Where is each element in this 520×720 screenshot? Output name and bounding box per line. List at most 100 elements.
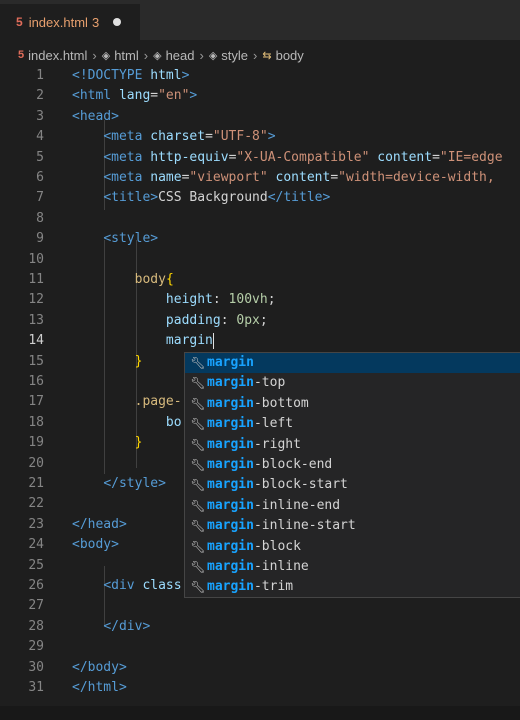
code-line[interactable]: 10: [0, 250, 520, 270]
line-number: 29: [28, 639, 44, 655]
suggestion-label: margin-inline: [207, 557, 309, 577]
suggestion-match: margin: [207, 456, 254, 472]
code-line[interactable]: 27: [0, 596, 520, 616]
code-token: 0px: [236, 312, 260, 328]
suggestion-item[interactable]: 🔧︎ margin-block-start: [185, 475, 520, 495]
code-token: </style>: [103, 476, 166, 491]
line-number: 25: [28, 557, 44, 573]
code-text: <style>: [72, 229, 158, 249]
code-token: </html>: [72, 680, 127, 695]
cube-icon: ◈: [101, 49, 111, 62]
suggestion-item[interactable]: 🔧︎ margin-inline: [185, 557, 520, 577]
code-line[interactable]: 3 <head>: [0, 107, 520, 127]
code-text: <head>: [72, 107, 119, 127]
code-text: <html lang="en">: [72, 86, 197, 106]
suggestion-item[interactable]: 🔧︎ margin-inline-end: [185, 496, 520, 516]
code-line[interactable]: 14 margin: [0, 331, 520, 351]
code-token: =: [150, 88, 159, 104]
code-token: =: [432, 149, 440, 165]
breadcrumb-label: body: [275, 47, 304, 63]
code-line[interactable]: 12 height: 100vh;: [0, 290, 520, 310]
code-token: <head>: [72, 108, 119, 124]
code-token: .page-: [134, 394, 182, 410]
suggestion-label: margin-trim: [207, 577, 293, 597]
suggestion-item[interactable]: 🔧︎ margin-block: [185, 537, 520, 557]
code-line[interactable]: 8: [0, 209, 520, 229]
code-token: "en": [158, 88, 190, 104]
wrench-icon: 🔧︎: [190, 580, 206, 595]
code-line[interactable]: 1 <!DOCTYPE html>: [0, 66, 520, 86]
breadcrumb-item-body[interactable]: ⇆ body: [262, 48, 303, 63]
code-line[interactable]: 2 <html lang="en">: [0, 86, 520, 106]
chevron-right-icon: ›: [143, 47, 149, 63]
code-line[interactable]: 5 <meta http-equiv = "X-UA-Compatible" con…: [0, 148, 520, 168]
tab-index-html[interactable]: 5 index.html 3: [0, 4, 140, 40]
suggestion-item[interactable]: 🔧︎ margin-top: [185, 373, 520, 393]
wrench-icon: 🔧︎: [190, 356, 206, 370]
line-number: 3: [36, 108, 44, 124]
code-text: <meta name="viewport" content="width=dev…: [72, 168, 494, 188]
suggestion-item[interactable]: 🔧︎ margin-right: [185, 435, 520, 455]
suggestion-item[interactable]: 🔧︎ margin: [185, 353, 520, 374]
code-token: name: [150, 170, 182, 185]
code-line[interactable]: 7 <title>CSS Background</title>: [0, 188, 520, 208]
breadcrumb-label: html: [114, 47, 139, 63]
wrench-icon: 🔧︎: [190, 539, 206, 554]
tab-bar: 5 index.html 3: [0, 0, 520, 40]
autocomplete-popup[interactable]: 🔧︎ margin 🔧︎ margin-top 🔧︎ margin-bottom 🔧︎ mar…: [184, 352, 520, 598]
cube-icon: ◈: [153, 49, 162, 62]
code-token: <meta: [103, 129, 151, 145]
unsaved-dot-icon[interactable]: [113, 18, 122, 26]
code-token: <div: [103, 578, 143, 593]
code-line[interactable]: 4 <meta charset="UTF-8">: [0, 127, 520, 147]
chevron-right-icon: ›: [199, 47, 204, 63]
code-line[interactable]: 11 body{: [0, 270, 520, 290]
breadcrumb-item-style[interactable]: ◈ style: [209, 48, 248, 63]
suggestion-match: margin: [207, 395, 254, 411]
suggestion-match: margin: [207, 579, 254, 595]
code-token: charset: [150, 129, 206, 145]
code-text: </style>: [72, 474, 166, 494]
suggestion-item[interactable]: 🔧︎ margin-left: [185, 414, 520, 434]
suggestion-rest: -inline: [253, 558, 309, 574]
cube-icon: ◈: [208, 49, 218, 62]
line-number: 16: [28, 374, 44, 389]
breadcrumb-item-head[interactable]: ◈ head: [153, 48, 194, 63]
code-line[interactable]: 13 padding: 0px;: [0, 311, 520, 331]
line-number: 17: [28, 394, 44, 410]
code-token: ;: [267, 292, 276, 308]
chevron-right-icon: ›: [92, 47, 97, 63]
suggestion-item[interactable]: 🔧︎ margin-bottom: [185, 394, 520, 414]
status-bar: [0, 706, 520, 720]
suggestion-item[interactable]: 🔧︎ margin-inline-start: [185, 516, 520, 536]
code-token: <html: [72, 88, 119, 104]
code-token: lang: [118, 88, 151, 104]
code-line[interactable]: 29: [0, 637, 520, 657]
tab-problem-count: 3: [91, 14, 100, 30]
line-number: 12: [28, 292, 44, 308]
wrench-icon: 🔧︎: [190, 437, 206, 452]
suggestion-rest: -right: [253, 436, 301, 452]
code-text: <title>CSS Background</title>: [72, 188, 330, 208]
breadcrumb: 5 index.html › ◈ html › ◈ head › ◈ style…: [0, 44, 520, 66]
body-tag-icon: ⇆: [262, 49, 272, 62]
suggestion-label: margin-bottom: [207, 394, 309, 414]
suggestion-rest: -inline-start: [253, 518, 356, 534]
code-token: <meta: [103, 170, 151, 185]
line-number: 19: [28, 435, 44, 451]
suggestion-item[interactable]: 🔧︎ margin-block-end: [185, 455, 520, 475]
code-line[interactable]: 9 <style>: [0, 229, 520, 249]
code-line[interactable]: 30 </body>: [0, 658, 520, 678]
code-line[interactable]: 31 </html>: [0, 678, 520, 698]
code-line[interactable]: 28 </div>: [0, 617, 520, 637]
code-line[interactable]: 6 <meta name="viewport" content="width=d…: [0, 168, 520, 188]
line-number: 15: [28, 353, 44, 369]
suggestion-match: margin: [207, 518, 254, 534]
suggestion-item[interactable]: 🔧︎ margin-trim: [185, 577, 520, 597]
breadcrumb-item-html[interactable]: ◈ html: [102, 48, 139, 63]
suggestion-label: margin-block: [207, 537, 301, 557]
breadcrumb-item-file[interactable]: 5 index.html: [18, 48, 87, 63]
